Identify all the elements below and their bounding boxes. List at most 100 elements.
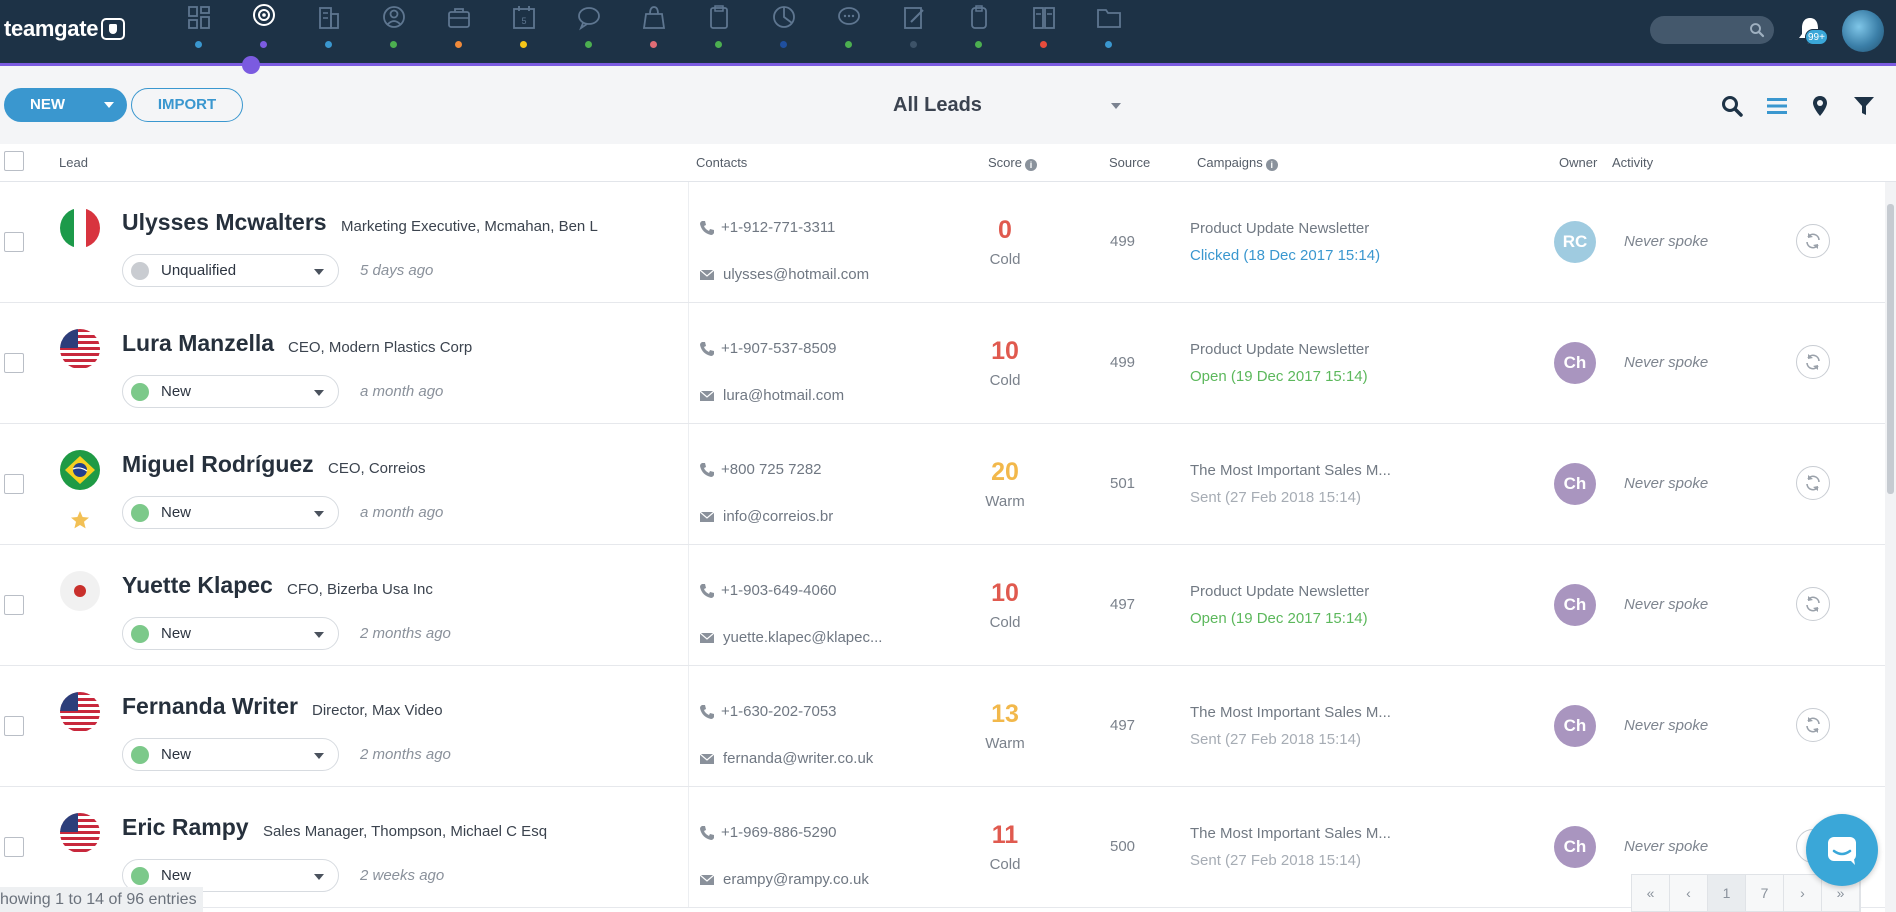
lead-row[interactable]: Miguel Rodríguez CEO, Correios New a mon… xyxy=(0,424,1885,545)
nav-item-dashboard[interactable] xyxy=(166,0,231,63)
lead-name-link[interactable]: Ulysses Mcwalters xyxy=(122,209,327,236)
import-button[interactable]: IMPORT xyxy=(131,88,243,122)
column-header-source[interactable]: Source xyxy=(1109,155,1150,170)
lead-phone[interactable]: +1-969-886-5290 xyxy=(721,824,837,841)
column-header-campaigns[interactable]: Campaigns i xyxy=(1197,155,1278,171)
campaign-name[interactable]: The Most Important Sales M... xyxy=(1190,825,1391,842)
map-pin-icon[interactable] xyxy=(1808,94,1832,118)
campaign-name[interactable]: The Most Important Sales M... xyxy=(1190,704,1391,721)
nav-item-notes-edit[interactable] xyxy=(881,0,946,63)
lead-status-dropdown[interactable]: New xyxy=(122,375,339,408)
nav-item-reports-pie[interactable] xyxy=(751,0,816,63)
user-avatar[interactable] xyxy=(1842,10,1884,52)
pagination-button[interactable]: « xyxy=(1632,875,1670,911)
column-header-lead[interactable]: Lead xyxy=(59,155,88,170)
global-search-input[interactable] xyxy=(1650,16,1774,44)
campaign-name[interactable]: Product Update Newsletter xyxy=(1190,341,1369,358)
nav-item-folder[interactable] xyxy=(1076,0,1141,63)
lead-row[interactable]: Fernanda Writer Director, Max Video New … xyxy=(0,666,1885,787)
info-icon[interactable]: i xyxy=(1024,159,1037,171)
lead-email[interactable]: fernanda@writer.co.uk xyxy=(723,750,873,767)
row-checkbox[interactable] xyxy=(4,716,24,736)
list-view-icon[interactable] xyxy=(1765,94,1789,118)
nav-item-conversations[interactable] xyxy=(556,0,621,63)
lead-email[interactable]: info@correios.br xyxy=(723,508,833,525)
row-checkbox[interactable] xyxy=(4,474,24,494)
pagination-button[interactable]: ‹ xyxy=(1670,875,1708,911)
lead-row[interactable]: Eric Rampy Sales Manager, Thompson, Mich… xyxy=(0,787,1885,908)
owner-avatar[interactable]: Ch xyxy=(1554,584,1596,626)
pagination-button[interactable]: 1 xyxy=(1708,875,1746,911)
owner-avatar[interactable]: Ch xyxy=(1554,826,1596,868)
row-checkbox[interactable] xyxy=(4,837,24,857)
column-header-contacts[interactable]: Contacts xyxy=(696,155,747,170)
campaign-name[interactable]: The Most Important Sales M... xyxy=(1190,462,1391,479)
new-lead-button[interactable]: NEW xyxy=(4,88,127,122)
nav-item-leads-target[interactable] xyxy=(231,0,296,63)
lead-name-link[interactable]: Lura Manzella xyxy=(122,330,274,357)
lead-phone[interactable]: +1-907-537-8509 xyxy=(721,340,837,357)
sync-button[interactable] xyxy=(1796,587,1830,621)
nav-item-chat[interactable] xyxy=(816,0,881,63)
lead-status-dropdown[interactable]: New xyxy=(122,496,339,529)
nav-item-documents[interactable] xyxy=(946,0,1011,63)
row-checkbox[interactable] xyxy=(4,232,24,252)
pagination-button[interactable]: 7 xyxy=(1746,875,1784,911)
column-header-activity[interactable]: Activity xyxy=(1612,155,1653,170)
campaign-name[interactable]: Product Update Newsletter xyxy=(1190,583,1369,600)
nav-item-invoices[interactable] xyxy=(1011,0,1076,63)
lead-email[interactable]: yuette.klapec@klapec... xyxy=(723,629,882,646)
select-all-checkbox[interactable] xyxy=(4,151,24,171)
nav-item-clipboard[interactable] xyxy=(686,0,751,63)
lead-phone[interactable]: +1-903-649-4060 xyxy=(721,582,837,599)
owner-avatar[interactable]: Ch xyxy=(1554,463,1596,505)
view-selector[interactable]: All Leads xyxy=(880,92,1130,120)
support-chat-button[interactable] xyxy=(1806,814,1878,886)
owner-avatar[interactable]: Ch xyxy=(1554,705,1596,747)
lead-phone[interactable]: +800 725 7282 xyxy=(721,461,822,478)
lead-status-dropdown[interactable]: New xyxy=(122,738,339,771)
lead-name-link[interactable]: Miguel Rodríguez xyxy=(122,451,314,478)
lead-row[interactable]: Lura Manzella CEO, Modern Plastics Corp … xyxy=(0,303,1885,424)
sync-button[interactable] xyxy=(1796,224,1830,258)
app-logo[interactable]: teamgate xyxy=(4,16,126,42)
campaign-name[interactable]: Product Update Newsletter xyxy=(1190,220,1369,237)
lead-status-dropdown[interactable]: New xyxy=(122,617,339,650)
owner-avatar[interactable]: RC xyxy=(1554,221,1596,263)
lead-row[interactable]: Yuette Klapec CFO, Bizerba Usa Inc New 2… xyxy=(0,545,1885,666)
row-checkbox[interactable] xyxy=(4,595,24,615)
dashboard-icon xyxy=(186,4,212,32)
chevron-down-icon[interactable] xyxy=(104,102,114,108)
lead-name-link[interactable]: Fernanda Writer xyxy=(122,693,298,720)
sync-button[interactable] xyxy=(1796,345,1830,379)
scrollbar-thumb[interactable] xyxy=(1887,204,1894,494)
lead-phone[interactable]: +1-630-202-7053 xyxy=(721,703,837,720)
lead-row[interactable]: Ulysses Mcwalters Marketing Executive, M… xyxy=(0,182,1885,303)
nav-item-bag[interactable] xyxy=(621,0,686,63)
lead-phone[interactable]: +1-912-771-3311 xyxy=(721,219,835,236)
column-header-score[interactable]: Score i xyxy=(988,155,1037,171)
search-icon[interactable] xyxy=(1720,94,1744,118)
filter-icon[interactable] xyxy=(1852,94,1876,118)
lead-name-link[interactable]: Yuette Klapec xyxy=(122,572,273,599)
nav-item-deals-briefcase[interactable] xyxy=(426,0,491,63)
star-icon[interactable] xyxy=(70,510,90,530)
lead-email[interactable]: erampy@rampy.co.uk xyxy=(723,871,869,888)
nav-item-companies[interactable] xyxy=(296,0,361,63)
info-icon[interactable]: i xyxy=(1265,159,1278,171)
lead-job-title: Director, Max Video xyxy=(312,702,443,719)
row-checkbox[interactable] xyxy=(4,353,24,373)
lead-name-link[interactable]: Eric Rampy xyxy=(122,814,249,841)
pagination-button[interactable]: › xyxy=(1784,875,1822,911)
nav-item-calendar[interactable]: 5 xyxy=(491,0,556,63)
vertical-scrollbar[interactable] xyxy=(1885,182,1896,912)
sync-button[interactable] xyxy=(1796,708,1830,742)
lead-status-dropdown[interactable]: Unqualified xyxy=(122,254,339,287)
lead-email[interactable]: lura@hotmail.com xyxy=(723,387,844,404)
sync-button[interactable] xyxy=(1796,466,1830,500)
column-header-owner[interactable]: Owner xyxy=(1559,155,1597,170)
nav-item-contacts[interactable] xyxy=(361,0,426,63)
active-module-marker xyxy=(242,56,260,74)
lead-email[interactable]: ulysses@hotmail.com xyxy=(723,266,869,283)
owner-avatar[interactable]: Ch xyxy=(1554,342,1596,384)
